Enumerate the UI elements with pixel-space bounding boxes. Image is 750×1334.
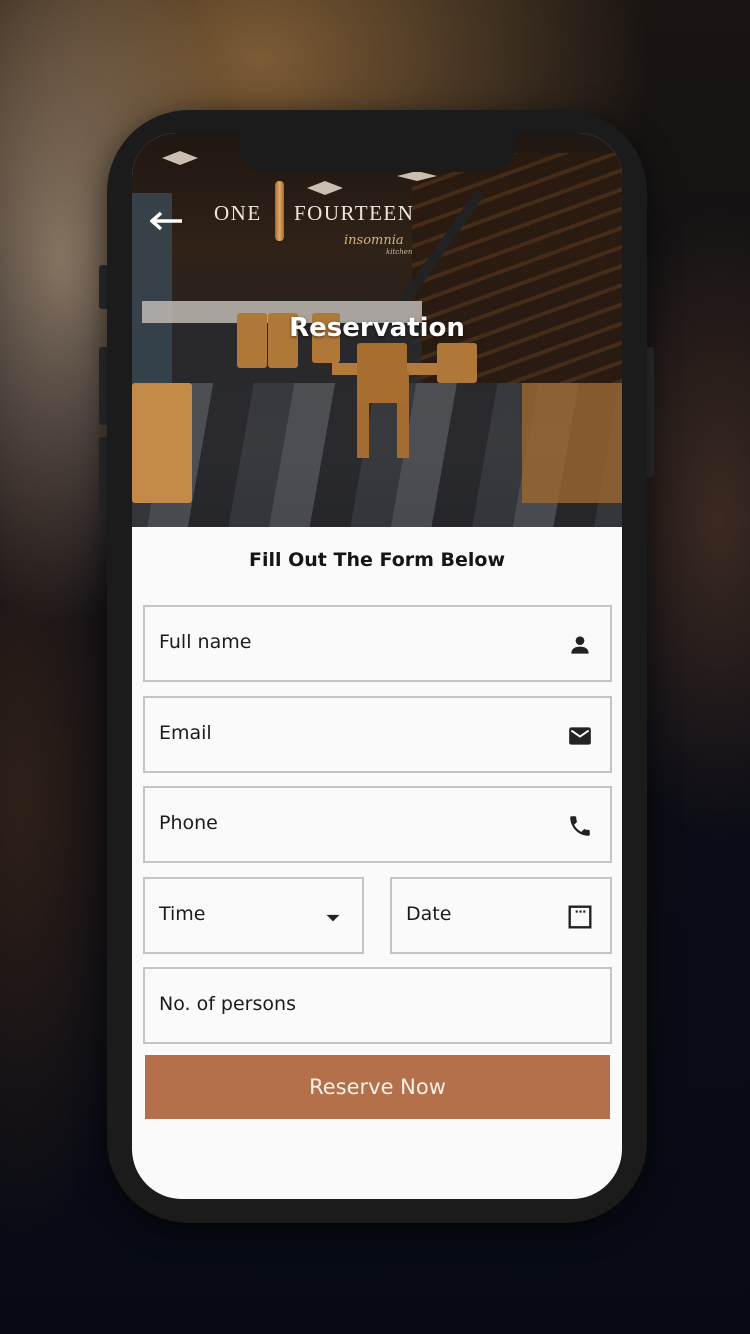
logo-word-one: ONE	[214, 201, 262, 225]
email-placeholder: Email	[159, 722, 212, 744]
phone-placeholder: Phone	[159, 812, 218, 834]
calendar-icon	[568, 905, 592, 929]
scene-chair	[132, 383, 192, 503]
scene-lamp	[162, 151, 198, 165]
persons-field[interactable]: No. of persons	[143, 967, 612, 1044]
rolling-pin-icon	[275, 181, 284, 241]
mail-icon	[569, 727, 591, 745]
page-title: Reservation	[289, 313, 465, 343]
phone-icon	[570, 816, 590, 836]
logo-subtitle: insomnia	[344, 233, 404, 248]
back-button[interactable]	[149, 211, 184, 231]
phone-notch	[240, 133, 515, 172]
full-name-field[interactable]: Full name	[143, 605, 612, 682]
form-heading: Fill Out The Form Below	[248, 549, 506, 571]
phone-field[interactable]: Phone	[143, 786, 612, 863]
person-icon	[571, 636, 589, 654]
scene-chair	[437, 343, 477, 383]
power-button	[646, 347, 654, 477]
hero-image: ONE FOURTEEN insomnia kitchen Reservatio…	[132, 133, 622, 527]
full-name-placeholder: Full name	[159, 631, 252, 653]
scene-chair	[522, 383, 622, 503]
reserve-now-button[interactable]: Reserve Now	[145, 1055, 610, 1119]
logo-subtitle-small: kitchen	[386, 248, 413, 256]
email-field[interactable]: Email	[143, 696, 612, 773]
date-picker[interactable]: Date	[390, 877, 612, 954]
app-screen: ONE FOURTEEN insomnia kitchen Reservatio…	[132, 133, 622, 1199]
time-placeholder: Time	[159, 903, 206, 925]
scene-chair	[357, 343, 407, 403]
dropdown-arrow-icon	[326, 914, 340, 922]
persons-placeholder: No. of persons	[159, 993, 296, 1015]
date-placeholder: Date	[406, 903, 452, 925]
logo-word-fourteen: FOURTEEN	[294, 201, 415, 225]
time-select[interactable]: Time	[143, 877, 364, 954]
arrow-left-icon	[149, 211, 182, 231]
restaurant-logo: ONE FOURTEEN insomnia kitchen	[214, 177, 444, 257]
